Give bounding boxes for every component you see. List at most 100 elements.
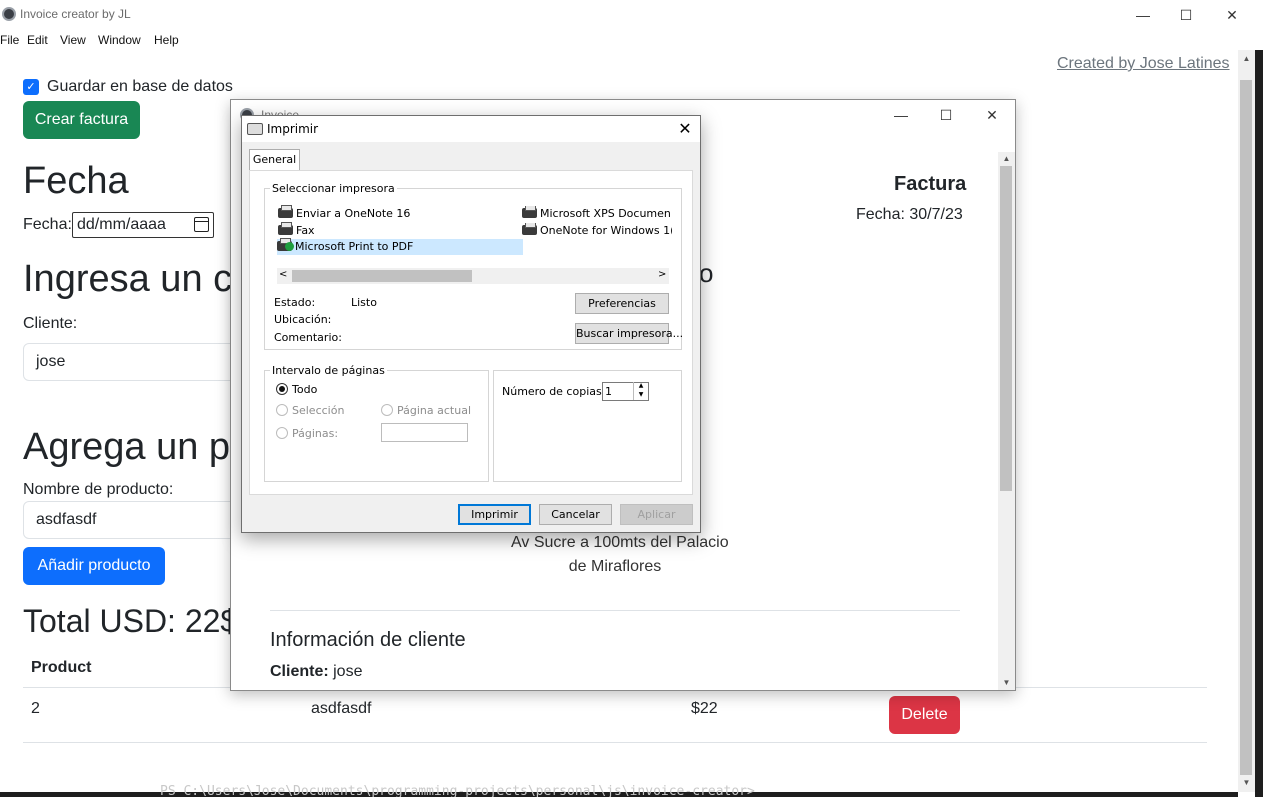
print-button[interactable]: Imprimir bbox=[458, 504, 531, 525]
printer-item[interactable]: Enviar a OneNote 16 bbox=[278, 205, 410, 222]
printer-item-selected[interactable]: Microsoft Print to PDF bbox=[277, 238, 523, 255]
find-printer-button[interactable]: Buscar impresora... bbox=[575, 323, 683, 344]
date-input[interactable]: dd/mm/aaaa bbox=[72, 212, 214, 238]
add-product-button[interactable]: Añadir producto bbox=[23, 547, 165, 585]
printer-icon bbox=[247, 123, 263, 135]
menu-window[interactable]: Window bbox=[98, 33, 141, 47]
menu-file[interactable]: File bbox=[0, 33, 19, 47]
close-button[interactable]: ✕ bbox=[1209, 0, 1255, 30]
scroll-left-arrow-icon[interactable]: < bbox=[279, 269, 287, 280]
client-label: Cliente: bbox=[23, 315, 78, 332]
invoice-client-info-heading: Información de cliente bbox=[270, 629, 466, 651]
electron-app-icon bbox=[2, 7, 16, 21]
minimize-button[interactable]: — bbox=[1120, 0, 1166, 30]
invoice-maximize-button[interactable]: ☐ bbox=[923, 100, 969, 130]
scroll-down-arrow-icon[interactable]: ▼ bbox=[1238, 776, 1255, 790]
cancel-button[interactable]: Cancelar bbox=[539, 504, 612, 525]
location-label: Ubicación: bbox=[274, 313, 332, 326]
invoice-minimize-button[interactable]: — bbox=[878, 100, 924, 130]
status-label: Estado: bbox=[274, 296, 316, 309]
invoice-scroll-up-icon[interactable]: ▲ bbox=[998, 152, 1015, 166]
general-tab-panel: Seleccionar impresora Enviar a OneNote 1… bbox=[249, 170, 693, 495]
printer-icon bbox=[522, 223, 537, 235]
range-current-label: Página actual bbox=[397, 404, 471, 417]
invoice-divider bbox=[270, 610, 960, 611]
product-heading: Agrega un p bbox=[23, 426, 231, 468]
select-printer-label: Seleccionar impresora bbox=[270, 182, 397, 195]
invoice-scrollbar-thumb[interactable] bbox=[1000, 166, 1012, 491]
invoice-address-line1: Av Sucre a 100mts del Palacio bbox=[511, 534, 729, 551]
menu-bar bbox=[0, 30, 1263, 50]
maximize-button[interactable]: ☐ bbox=[1163, 0, 1209, 30]
invoice-client-value: jose bbox=[333, 663, 363, 680]
printer-icon bbox=[522, 206, 537, 218]
spinner-down-icon[interactable]: ▼ bbox=[633, 391, 648, 400]
printer-item[interactable]: Microsoft XPS Documen bbox=[522, 206, 672, 222]
invoice-client-label: Cliente: bbox=[270, 663, 329, 680]
preferences-button[interactable]: Preferencias bbox=[575, 293, 669, 314]
invoice-address-line2: de Miraflores bbox=[568, 558, 662, 575]
client-heading: Ingresa un c bbox=[23, 258, 233, 300]
date-input-value: dd/mm/aaaa bbox=[77, 216, 166, 233]
menu-help[interactable]: Help bbox=[154, 33, 179, 47]
print-dialog-title: Imprimir bbox=[267, 122, 319, 136]
table-cell-product: asdfasdf bbox=[311, 700, 372, 717]
range-current-radio[interactable] bbox=[381, 404, 393, 416]
scroll-right-arrow-icon[interactable]: > bbox=[658, 269, 666, 280]
save-db-label: Guardar en base de datos bbox=[47, 78, 233, 95]
printer-list-hscrollbar[interactable]: < > bbox=[277, 268, 669, 284]
total-label: Total USD: 22$ bbox=[23, 603, 239, 639]
print-dialog: Imprimir ✕ General Seleccionar impresora… bbox=[241, 115, 701, 533]
tab-general[interactable]: General bbox=[249, 149, 300, 171]
terminal-prompt: PS C:\Users\Jose\Documents\programming-p… bbox=[160, 784, 755, 797]
invoice-date: Fecha: 30/7/23 bbox=[856, 206, 963, 223]
table-row-divider bbox=[23, 742, 1207, 743]
comment-label: Comentario: bbox=[274, 331, 342, 344]
product-name-label: Nombre de producto: bbox=[23, 481, 174, 498]
pages-input[interactable] bbox=[381, 423, 468, 442]
range-selection-label: Selección bbox=[292, 404, 345, 417]
apply-button[interactable]: Aplicar bbox=[620, 504, 693, 525]
table-header-product: Product bbox=[31, 659, 92, 676]
main-scrollbar[interactable]: ▲ ▼ bbox=[1238, 50, 1255, 792]
main-scrollbar-thumb[interactable] bbox=[1240, 80, 1252, 775]
invoice-close-button[interactable]: ✕ bbox=[969, 100, 1015, 130]
table-cell-price: $22 bbox=[691, 700, 718, 717]
title-bar bbox=[0, 0, 1263, 30]
range-all-label: Todo bbox=[292, 383, 318, 396]
invoice-scroll-down-icon[interactable]: ▼ bbox=[998, 676, 1015, 690]
default-printer-check-icon bbox=[285, 242, 294, 251]
printer-item[interactable]: OneNote for Windows 1( bbox=[522, 223, 672, 239]
fecha-heading: Fecha bbox=[23, 160, 129, 202]
printer-list-hscroll-thumb[interactable] bbox=[292, 270, 472, 282]
range-selection-radio[interactable] bbox=[276, 404, 288, 416]
print-dialog-close-icon[interactable]: ✕ bbox=[674, 119, 696, 138]
status-value: Listo bbox=[351, 296, 377, 309]
printer-icon bbox=[278, 205, 293, 218]
create-invoice-button[interactable]: Crear factura bbox=[23, 101, 140, 139]
invoice-factura-title: Factura bbox=[894, 173, 967, 195]
printer-item[interactable]: Fax bbox=[278, 222, 315, 239]
client-input[interactable]: jose bbox=[23, 343, 243, 381]
spinner-up-icon[interactable]: ▲ bbox=[633, 382, 648, 391]
menu-edit[interactable]: Edit bbox=[27, 33, 48, 47]
page-range-label: Intervalo de páginas bbox=[270, 364, 387, 377]
background-editor-strip bbox=[1255, 50, 1263, 797]
save-db-checkbox[interactable]: ✓ bbox=[23, 79, 39, 95]
creator-link[interactable]: Created by Jose Latines bbox=[1057, 55, 1230, 73]
invoice-heading-fragment: o bbox=[699, 258, 714, 288]
product-name-input[interactable]: asdfasdf bbox=[23, 501, 243, 539]
fecha-label: Fecha: bbox=[23, 216, 72, 233]
copies-spinner[interactable]: 1 ▲ ▼ bbox=[602, 382, 649, 401]
range-pages-radio[interactable] bbox=[276, 427, 288, 439]
range-all-radio[interactable] bbox=[276, 383, 288, 395]
table-cell-quantity: 2 bbox=[31, 700, 40, 717]
calendar-icon[interactable] bbox=[194, 217, 209, 232]
invoice-scrollbar[interactable]: ▲ ▼ bbox=[998, 152, 1015, 690]
menu-view[interactable]: View bbox=[60, 33, 86, 47]
delete-row-button[interactable]: Delete bbox=[889, 696, 960, 734]
scroll-up-arrow-icon[interactable]: ▲ bbox=[1238, 52, 1255, 66]
fax-icon bbox=[278, 222, 293, 235]
copies-value: 1 bbox=[605, 385, 612, 398]
invoice-client-line: Cliente: jose bbox=[270, 663, 362, 681]
